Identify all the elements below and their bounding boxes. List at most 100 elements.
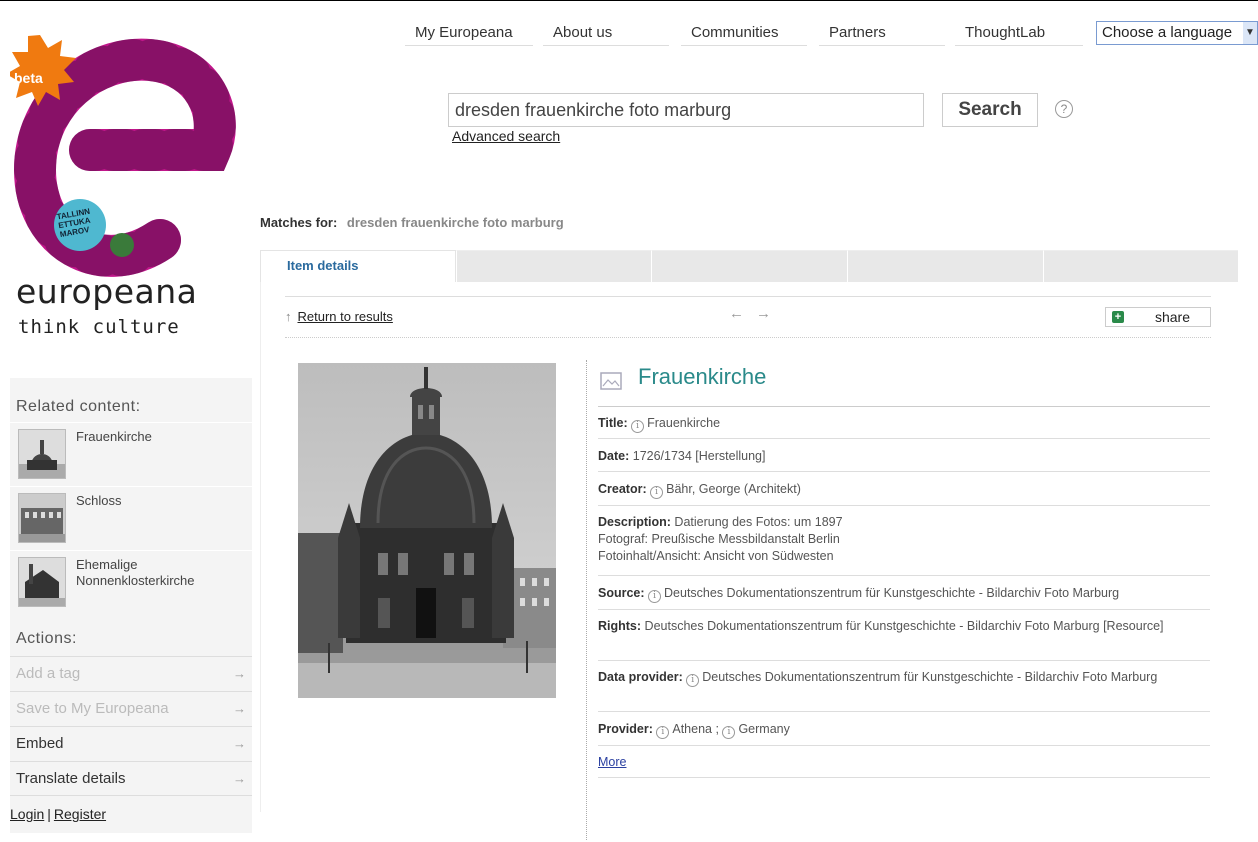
related-item-label: Frauenkirche xyxy=(76,429,152,444)
matches-summary: Matches for: dresden frauenkirche foto m… xyxy=(260,215,564,230)
field-date: Date: 1726/1734 [Herstellung] xyxy=(598,439,1210,472)
tab-empty-3[interactable] xyxy=(847,250,1043,282)
arrow-right-icon: → xyxy=(233,736,246,751)
action-add-tag[interactable]: Add a tag → xyxy=(10,656,252,691)
field-source-label: Source: xyxy=(598,586,645,600)
related-thumbnail xyxy=(18,429,66,479)
tab-empty-4[interactable] xyxy=(1043,250,1238,282)
search-input[interactable]: dresden frauenkirche foto marburg xyxy=(448,93,924,127)
arrow-right-icon: → xyxy=(233,666,246,681)
field-data-provider: Data provider: i Deutsches Dokumentations… xyxy=(598,661,1210,712)
matches-query: dresden frauenkirche foto marburg xyxy=(346,215,564,230)
action-embed-label: Embed xyxy=(16,735,64,752)
field-provider: Provider: i Athena ; i Germany xyxy=(598,712,1210,746)
action-save-to-my-europeana[interactable]: Save to My Europeana → xyxy=(10,691,252,726)
chevron-down-icon: ▼ xyxy=(1243,22,1257,44)
field-data-provider-label: Data provider: xyxy=(598,670,683,684)
action-add-tag-label: Add a tag xyxy=(16,665,81,682)
field-provider-value-1: Athena xyxy=(672,722,712,736)
previous-arrow-icon[interactable]: ← xyxy=(729,305,756,322)
image-type-icon xyxy=(600,372,622,390)
logo-graphic xyxy=(6,35,236,277)
beta-badge: beta xyxy=(14,70,43,86)
info-icon[interactable]: i xyxy=(722,726,736,739)
field-creator: Creator: i Bähr, George (Architekt) xyxy=(598,472,1210,506)
advanced-search-link[interactable]: Advanced search xyxy=(452,128,560,144)
field-source: Source: i Deutsches Dokumentationszentrum… xyxy=(598,576,1210,610)
related-thumbnail xyxy=(18,493,66,543)
top-border xyxy=(0,0,1258,1)
info-icon[interactable]: i xyxy=(686,674,700,687)
field-date-value: 1726/1734 [Herstellung] xyxy=(632,449,766,463)
frauenkirche-photo xyxy=(298,363,556,698)
up-arrow-icon: ↑ xyxy=(285,309,292,324)
brand-tagline: think culture xyxy=(18,316,180,338)
field-rights-value: Deutsches Dokumentationszentrum für Kuns… xyxy=(644,619,1164,633)
brand-name: europeana xyxy=(16,272,198,311)
info-icon[interactable]: i xyxy=(631,420,645,433)
item-photo[interactable] xyxy=(298,363,556,698)
login-link[interactable]: Login xyxy=(10,806,44,822)
field-title-label: Title: xyxy=(598,416,628,430)
search-button[interactable]: Search xyxy=(942,93,1038,127)
info-icon[interactable]: i xyxy=(648,590,662,603)
item-heading: Frauenkirche xyxy=(598,362,1210,407)
login-separator: | xyxy=(47,806,51,822)
share-label: share xyxy=(1154,309,1190,325)
share-button[interactable]: + share xyxy=(1105,307,1211,327)
field-provider-label: Provider: xyxy=(598,722,653,736)
tab-empty-1[interactable] xyxy=(456,250,651,282)
field-description-label: Description: xyxy=(598,515,671,529)
info-icon[interactable]: i xyxy=(656,726,670,739)
field-provider-value-2: Germany xyxy=(738,722,790,736)
more-divider xyxy=(598,777,1210,778)
field-rights-label: Rights: xyxy=(598,619,642,633)
language-select[interactable]: Choose a language ▼ xyxy=(1096,21,1258,45)
related-item-label: Schloss xyxy=(76,493,122,508)
related-item[interactable]: Schloss xyxy=(10,486,252,549)
language-select-value: Choose a language xyxy=(1102,24,1233,41)
plus-icon: + xyxy=(1112,311,1124,323)
nav-communities[interactable]: Communities xyxy=(681,20,807,46)
action-translate-label: Translate details xyxy=(16,770,126,787)
action-embed[interactable]: Embed → xyxy=(10,726,252,761)
action-translate-details[interactable]: Translate details → xyxy=(10,761,252,796)
field-source-value: Deutsches Dokumentationszentrum für Kuns… xyxy=(664,586,1120,600)
matches-label: Matches for: xyxy=(260,215,338,230)
tab-item-details[interactable]: Item details xyxy=(260,250,456,283)
related-item[interactable]: Frauenkirche xyxy=(10,422,252,485)
field-description: Description: Datierung des Fotos: um 189… xyxy=(598,506,1210,576)
more-link[interactable]: More xyxy=(598,755,626,769)
info-icon[interactable]: i xyxy=(650,486,664,499)
field-description-line3: Fotoinhalt/Ansicht: Ansicht von Südweste… xyxy=(598,549,834,563)
next-arrow-icon[interactable]: → xyxy=(756,305,783,322)
field-data-provider-value: Deutsches Dokumentationszentrum für Kuns… xyxy=(702,670,1158,684)
arrow-right-icon: → xyxy=(233,701,246,716)
actions-heading: Actions: xyxy=(16,630,77,647)
action-save-label: Save to My Europeana xyxy=(16,700,169,717)
nav-partners[interactable]: Partners xyxy=(819,20,945,46)
field-rights: Rights: Deutsches Dokumentationszentrum … xyxy=(598,610,1210,661)
field-creator-label: Creator: xyxy=(598,482,647,496)
arrow-right-icon: → xyxy=(233,771,246,786)
tab-empty-2[interactable] xyxy=(651,250,847,282)
field-description-line1: Datierung des Fotos: um 1897 xyxy=(674,515,843,529)
return-to-results-label: Return to results xyxy=(297,309,393,324)
result-toolbar: ↑ Return to results ←→ + share xyxy=(285,296,1211,338)
field-provider-separator: ; xyxy=(715,722,719,736)
tab-bar: Item details xyxy=(260,250,1238,283)
field-creator-value: Bähr, George (Architekt) xyxy=(666,482,801,496)
field-title: Title: i Frauenkirche xyxy=(598,406,1210,439)
field-title-value: Frauenkirche xyxy=(647,416,721,430)
nav-about-us[interactable]: About us xyxy=(543,20,669,46)
return-to-results-link[interactable]: ↑ Return to results xyxy=(285,309,393,324)
sidebar: Related content: Frauenkirche Schloss Eh… xyxy=(10,378,252,833)
related-item[interactable]: Ehemalige Nonnenklosterkirche xyxy=(10,550,252,613)
help-icon[interactable]: ? xyxy=(1055,100,1073,118)
field-date-label: Date: xyxy=(598,449,630,463)
column-divider xyxy=(586,360,587,840)
item-title: Frauenkirche xyxy=(638,364,767,389)
register-link[interactable]: Register xyxy=(54,806,106,822)
nav-thoughtlab[interactable]: ThoughtLab xyxy=(955,20,1083,46)
nav-my-europeana[interactable]: My Europeana xyxy=(405,20,533,46)
